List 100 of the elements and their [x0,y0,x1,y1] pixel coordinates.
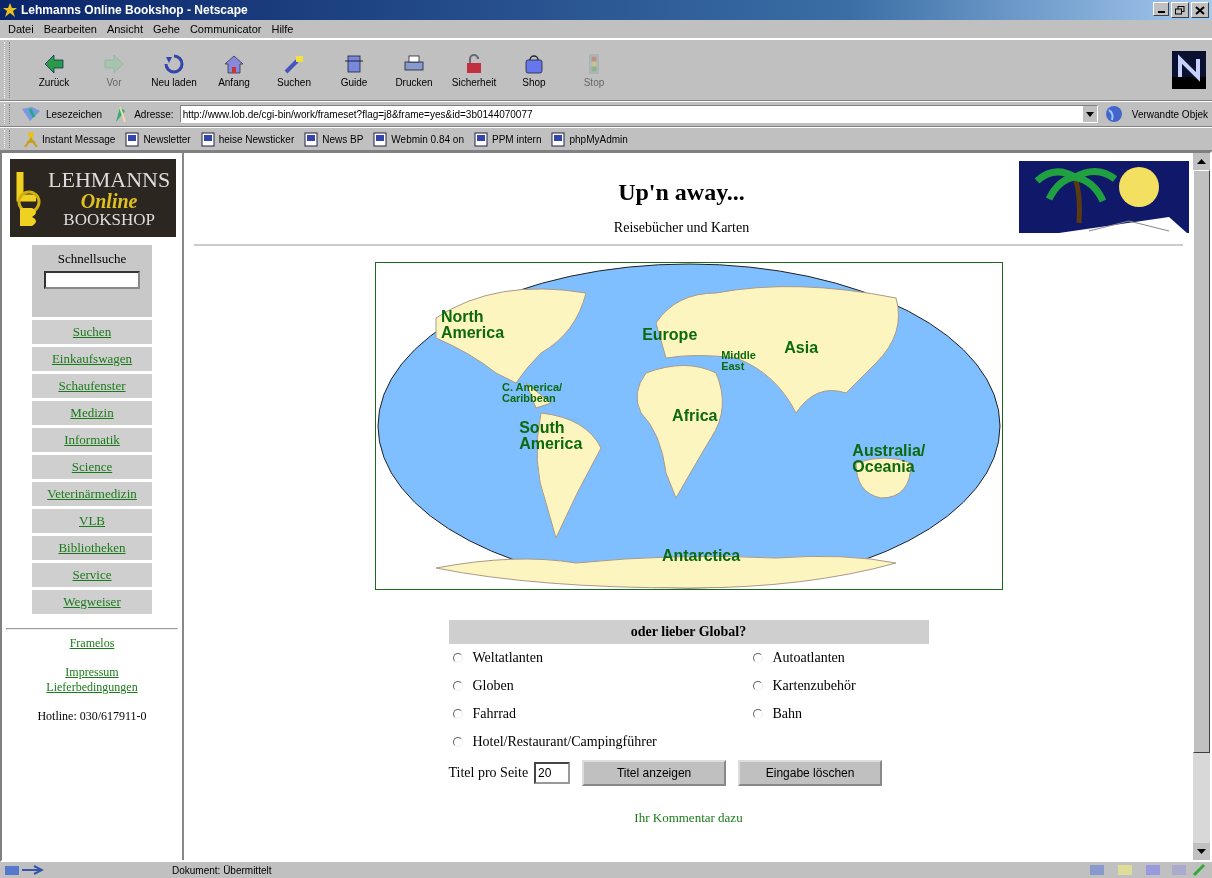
option-label: Hotel/Restaurant/Campingführer [472,734,657,750]
nav-link[interactable]: Suchen [32,320,152,344]
radio-button[interactable] [752,681,763,691]
close-icon [1195,5,1205,15]
radio-button[interactable] [752,709,763,719]
toolbar-button[interactable]: Shop [504,52,564,88]
toolbar-button[interactable]: Sicherheit [444,52,504,88]
address-label: Adresse: [134,108,174,120]
left-arrow-icon [43,52,65,75]
connection-icon [4,863,44,877]
component-bar-icon [1088,863,1208,877]
bookmark-link[interactable]: heise Newsticker [200,131,295,147]
bookmark-link[interactable]: Webmin 0.84 on [373,131,464,147]
radio-option[interactable]: Fahrrad [452,700,753,728]
radio-option[interactable]: Autoatlanten [752,644,933,672]
page-icon [304,131,319,147]
page-title: Up'n away... [618,179,745,206]
nav-link[interactable]: Medizin [32,401,152,425]
related-button[interactable]: Verwandte Objek [1103,105,1212,123]
restore-icon [1175,5,1185,15]
option-label: Weltatlanten [472,650,543,666]
page-icon [551,131,566,147]
form-button[interactable]: Eingabe löschen [738,760,883,786]
toolbar-button[interactable]: Drucken [384,52,444,88]
menu-item[interactable]: Gehe [153,23,180,35]
nav-link[interactable]: VLB [32,509,152,533]
option-label: Autoatlanten [772,650,845,666]
bookmark-link[interactable]: News BP [304,131,364,147]
per-page-field[interactable]: 20 [534,762,571,784]
toolbar-button[interactable]: Zurück [24,52,84,88]
toolbar-button[interactable]: Anfang [204,52,264,88]
map-label: C. America/ Caribbean [501,382,563,405]
status-text: Dokument: Übermittelt [171,864,273,876]
window-title: Lehmanns Online Bookshop - Netscape [21,3,249,17]
menu-item[interactable]: Datei [8,23,34,35]
page-subtitle: Reisebücher und Karten [613,220,750,236]
bookmark-link[interactable]: Newsletter [125,131,191,147]
logo-text: Online [80,190,138,211]
nav-link[interactable]: Service [32,563,152,587]
radio-button[interactable] [452,737,463,747]
person-icon [24,131,38,147]
shopping-bag-icon [523,52,545,75]
nav-link[interactable]: Wegweiser [32,590,152,614]
radio-option[interactable]: Kartenzubehör [752,672,933,700]
radio-option[interactable]: Globen [452,672,753,700]
bookmark-link[interactable]: Instant Message [24,131,116,147]
minimize-icon [1157,11,1165,13]
quicksearch-field[interactable] [44,271,140,289]
footer-link[interactable]: Impressum [65,665,119,680]
bookmarks-button[interactable]: Lesezeichen [20,105,107,123]
nav-link[interactable]: Bibliotheken [32,536,152,560]
scrollbar[interactable] [1193,153,1210,860]
maximize-button[interactable] [1171,2,1189,18]
bookmark-link[interactable]: PPM intern [474,131,542,147]
comment-link[interactable]: Ihr Kommentar dazu [448,810,929,826]
nav-link[interactable]: Einkaufswagen [32,347,152,371]
address-field[interactable]: http://www.lob.de/cgi-bin/work/frameset?flag=j8&frame=yes&id=3b0144070077 [179,105,1098,123]
book-icon [343,52,365,75]
page-icon [474,131,488,147]
radio-button[interactable] [452,653,463,663]
scroll-thumb[interactable] [1193,170,1210,753]
menu-item[interactable]: Hilfe [271,23,294,35]
radio-button[interactable] [452,681,463,691]
nav-link[interactable]: Science [32,455,152,479]
nav-link[interactable]: Veterinärmedizin [32,482,152,506]
map-label: North America [440,308,505,341]
radio-button[interactable] [752,653,763,663]
close-button[interactable] [1191,2,1209,18]
menu-item[interactable]: Bearbeiten [43,23,97,35]
menu-item[interactable]: Communicator [189,23,262,35]
radio-option[interactable]: Weltatlanten [452,644,753,672]
toolbar-button[interactable]: Neu laden [144,52,204,88]
hotline-text: Hotline: 030/617911-0 [37,709,147,724]
scroll-down-icon [1193,843,1210,860]
netscape-logo-icon [1172,51,1206,89]
bookmark-link[interactable]: phpMyAdmin [551,131,628,147]
toolbar-button[interactable]: Suchen [264,52,324,88]
toolbar-button[interactable]: Guide [324,52,384,88]
map-label: Australia/ Oceania [852,442,926,475]
scroll-up-icon [1193,153,1210,170]
radio-button[interactable] [452,709,463,719]
reload-icon [163,52,185,75]
option-label: Globen [472,678,514,694]
map-label: Antarctica [661,548,741,565]
form-button[interactable]: Titel anzeigen [582,760,727,786]
menu-item[interactable]: Ansicht [106,23,143,35]
option-label: Fahrrad [472,706,517,722]
logo[interactable]: LEHMANNS Online BOOKSHOP [10,159,176,237]
page-icon [373,131,388,147]
radio-option[interactable]: Hotel/Restaurant/Campingführer [452,728,753,756]
map-label: Africa [672,408,718,425]
minimize-button[interactable] [1153,2,1169,16]
bookmark-icon [20,105,42,123]
page-icon [125,131,140,147]
logo-text: BOOKSHOP [63,210,155,228]
footer-link[interactable]: Framelos [69,636,115,651]
footer-link[interactable]: Lieferbedingungen [46,680,138,695]
nav-link[interactable]: Informatik [32,428,152,452]
nav-link[interactable]: Schaufenster [32,374,152,398]
radio-option[interactable]: Bahn [752,700,933,728]
